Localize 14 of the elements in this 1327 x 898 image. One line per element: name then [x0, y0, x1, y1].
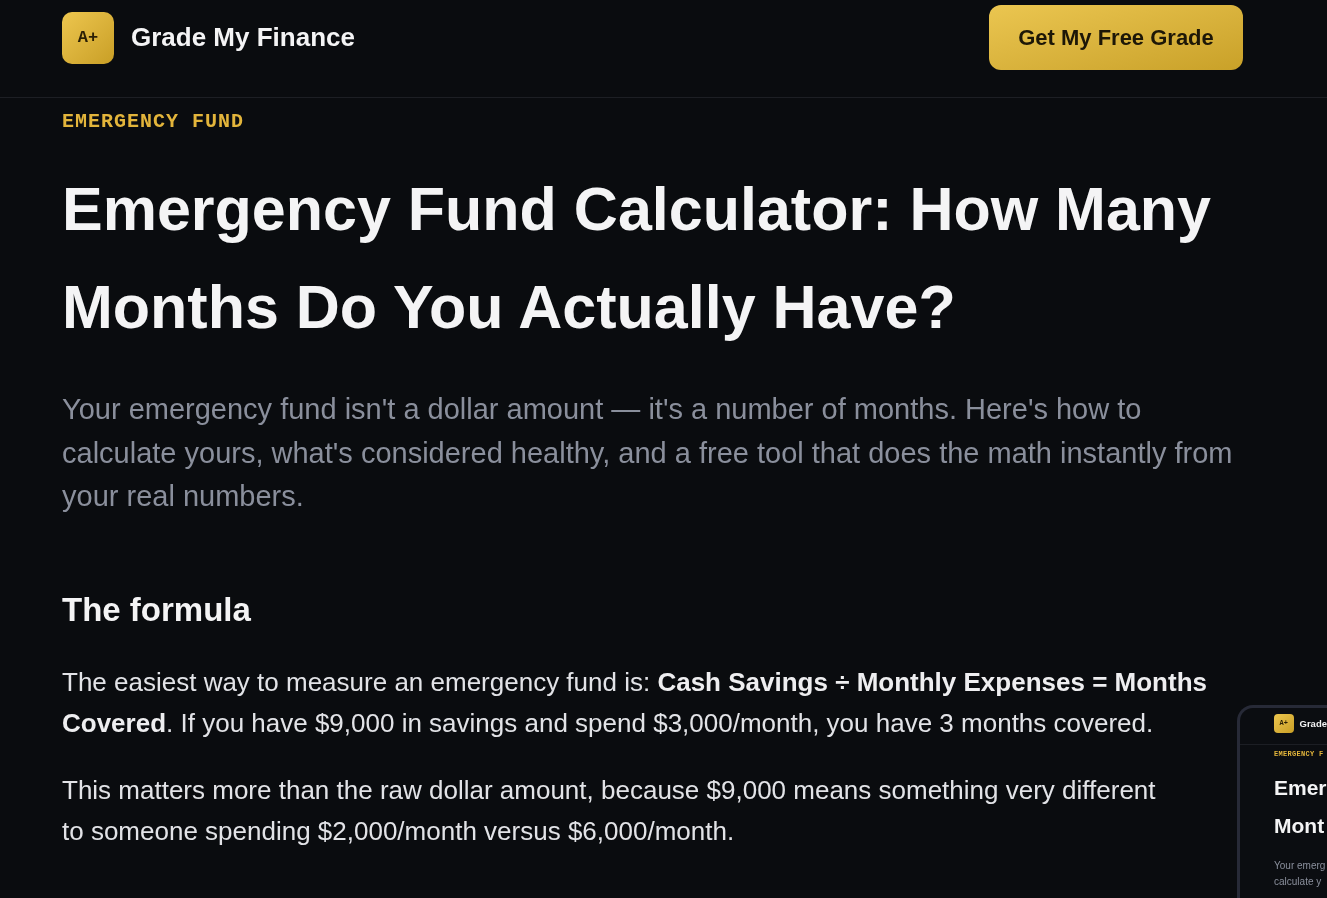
cta-button[interactable]: Get My Free Grade: [989, 5, 1243, 70]
preview-title-line: Mont: [1274, 813, 1326, 839]
logo-tile: A+: [62, 11, 114, 64]
brand-name: Grade My Finance: [131, 21, 355, 54]
category-label: EMERGENCY FUND: [62, 111, 246, 133]
preview-intro-line: calculate y: [1274, 875, 1323, 889]
article-intro: Your emergency fund isn't a dollar amount — it's a number of months. Here's how to calculate yours, what's considered healthy, and a free tool that does the math instantly from your real numbers.: [62, 392, 1234, 514]
body-paragraph: The easiest way to measure an emergency fund is: Cash Savings ÷ Monthly Expenses = Months Covered. If you have $9,000 in savings and spend $3,000/month, you have 3 months covered.: [62, 665, 1208, 740]
preview-title-line: Emer: [1274, 775, 1327, 801]
body-paragraph: This matters more than the raw dollar amount, because $9,000 means something very different to someone spending $2,000/month versus $6,000/month.: [62, 773, 1157, 848]
article-title: Emergency Fund Calculator: How Many Months Do You Actually Have?: [62, 174, 1213, 343]
section-heading: The formula: [62, 589, 252, 630]
preview-brand-name: Grade: [1299, 717, 1327, 731]
preview-intro-line: Your emerg: [1274, 859, 1327, 873]
